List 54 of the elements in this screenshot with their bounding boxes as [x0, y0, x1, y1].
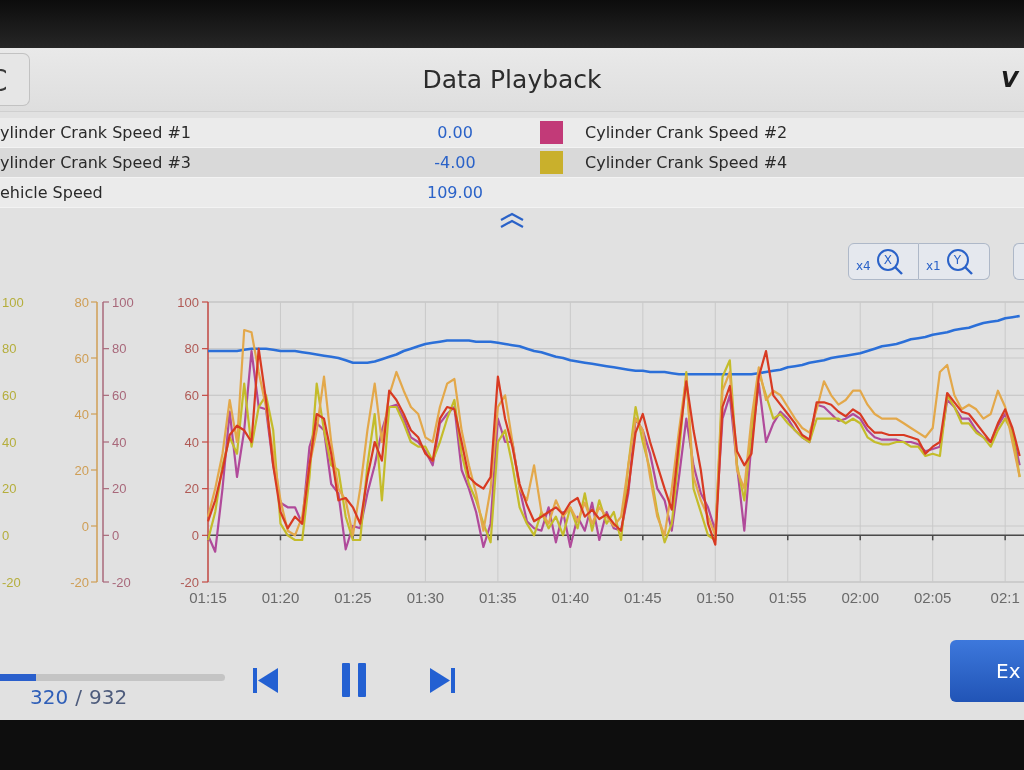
- y-axis-label: 80: [2, 341, 17, 357]
- signal-value: 109.00: [426, 183, 484, 202]
- signal-name: ehicle Speed: [0, 183, 104, 202]
- y-axis-label: 80: [184, 341, 199, 357]
- x-axis-label: 02:00: [841, 589, 879, 606]
- frame-separator: /: [75, 685, 82, 709]
- y-axis-label: -20: [2, 574, 21, 590]
- y-axis-label: 20: [112, 481, 127, 497]
- y-axis-label: 60: [74, 350, 89, 366]
- y-axis-label: 100: [177, 294, 199, 310]
- y-axis-label: 100: [112, 294, 134, 310]
- y-axis-label: 100: [2, 294, 24, 310]
- x-axis-label: 01:25: [334, 589, 372, 606]
- y-axis-label: 40: [2, 434, 17, 450]
- y-axis-label: -20: [70, 574, 89, 590]
- signal-name: Cylinder Crank Speed #4: [585, 153, 789, 172]
- y-axis-label: 40: [74, 406, 89, 422]
- signal-value: 0.00: [436, 123, 474, 142]
- y-axis-label: 0: [2, 527, 10, 543]
- signal-name: ylinder Crank Speed #3: [0, 153, 193, 172]
- signal-value: -4.00: [433, 153, 477, 172]
- frame-total: 932: [88, 685, 128, 709]
- x-axis-label: 01:50: [696, 589, 735, 606]
- y-axis-label: 0: [112, 527, 120, 543]
- brand-logo: V: [1000, 67, 1021, 92]
- x-axis-label: 01:15: [189, 589, 227, 606]
- axis-letter: Y: [953, 253, 962, 266]
- y-axis-label: 0: [191, 527, 199, 543]
- y-axis-label: 0: [81, 518, 89, 534]
- window-title: Data Playback: [422, 65, 602, 94]
- x-axis-label: 01:40: [551, 589, 590, 606]
- signal-name: Cylinder Crank Speed #2: [585, 123, 789, 142]
- x-axis-label: 01:35: [479, 589, 517, 606]
- y-axis-label: 40: [112, 434, 127, 450]
- y-axis-label: 20: [2, 481, 17, 497]
- y-axis-label: 40: [184, 434, 199, 450]
- y-axis-label: 60: [2, 387, 17, 403]
- y-axis-label: 60: [184, 387, 199, 403]
- y-axis-label: 20: [184, 481, 199, 497]
- axis-letter: X: [883, 253, 892, 266]
- y-axis-label: 20: [74, 462, 89, 478]
- x-axis-label: 01:45: [624, 589, 662, 606]
- x-axis-label: 01:20: [261, 589, 300, 606]
- frame-position: 320: [30, 685, 69, 709]
- y-axis-label: -20: [180, 574, 199, 590]
- y-axis-label: 80: [112, 341, 127, 357]
- x-axis-label: 02:1: [990, 589, 1020, 606]
- x-axis-label: 01:55: [769, 589, 807, 606]
- signal-name: ylinder Crank Speed #1: [0, 123, 193, 142]
- y-axis-label: 60: [112, 387, 127, 403]
- x-axis-label: 02:05: [913, 589, 952, 606]
- y-axis-label: 80: [74, 294, 89, 310]
- x-axis-label: 01:30: [406, 589, 445, 606]
- y-axis-label: -20: [112, 574, 131, 590]
